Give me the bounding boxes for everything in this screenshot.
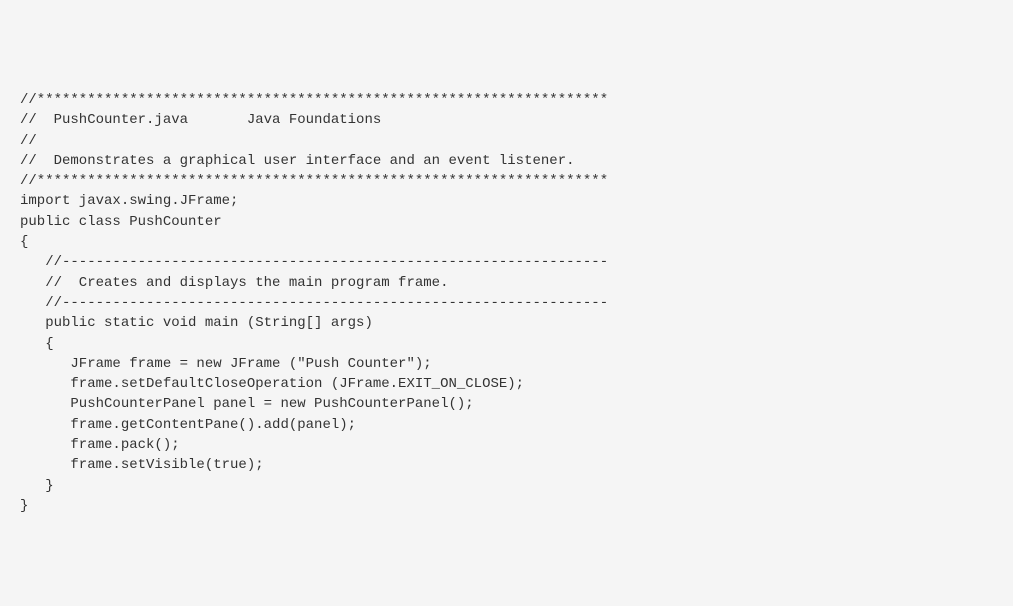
code-line: // Creates and displays the main program… (20, 273, 993, 293)
code-line: frame.pack(); (20, 435, 993, 455)
code-line: //--------------------------------------… (20, 252, 993, 272)
code-line: public static void main (String[] args) (20, 313, 993, 333)
code-line: { (20, 232, 993, 252)
code-line: //**************************************… (20, 90, 993, 110)
code-line: //**************************************… (20, 171, 993, 191)
code-block: //**************************************… (20, 90, 993, 516)
code-line: { (20, 334, 993, 354)
code-line: // Demonstrates a graphical user interfa… (20, 151, 993, 171)
code-line: } (20, 496, 993, 516)
code-line: // PushCounter.java Java Foundations (20, 110, 993, 130)
code-line: PushCounterPanel panel = new PushCounter… (20, 394, 993, 414)
code-line: frame.setVisible(true); (20, 455, 993, 475)
code-line: //--------------------------------------… (20, 293, 993, 313)
code-line: public class PushCounter (20, 212, 993, 232)
code-line: import javax.swing.JFrame; (20, 191, 993, 211)
code-line: frame.setDefaultCloseOperation (JFrame.E… (20, 374, 993, 394)
code-line: // (20, 131, 993, 151)
code-line: frame.getContentPane().add(panel); (20, 415, 993, 435)
code-line: JFrame frame = new JFrame ("Push Counter… (20, 354, 993, 374)
code-line: } (20, 476, 993, 496)
